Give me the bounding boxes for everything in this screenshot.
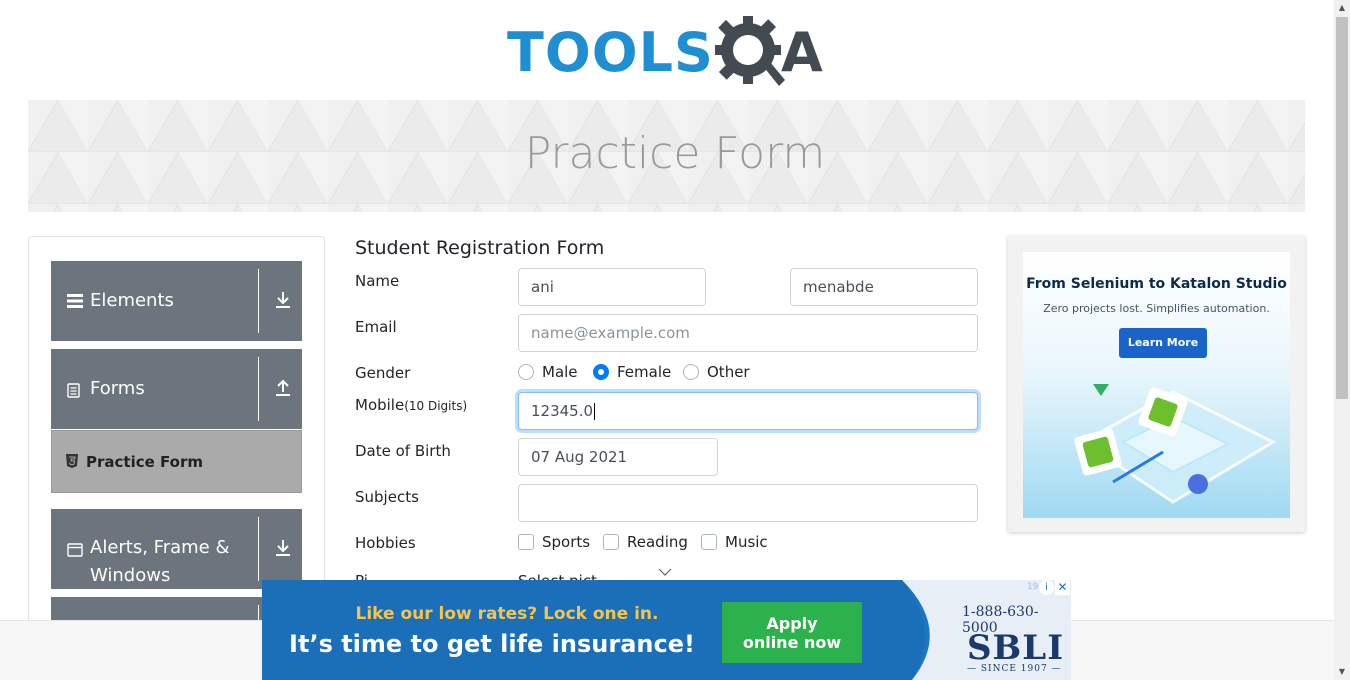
sidebar-group-forms[interactable]: Forms: [51, 349, 302, 429]
hobby-music-checkbox[interactable]: [701, 534, 717, 550]
email-input[interactable]: name@example.com: [518, 314, 978, 352]
download-arrow-icon: [276, 540, 290, 556]
first-name-input[interactable]: ani: [518, 268, 706, 306]
sbli-since: — SINCE 1907 —: [967, 664, 1062, 674]
email-label: Email: [355, 318, 397, 336]
bottom-advertisement[interactable]: Like our low rates? Lock one in. It’s ti…: [262, 580, 1071, 680]
hobbies-label: Hobbies: [355, 534, 416, 552]
logo-text: TOOLS: [507, 21, 714, 84]
gender-other-radio[interactable]: [683, 364, 699, 380]
name-label: Name: [355, 272, 400, 290]
learn-more-button[interactable]: Learn More: [1119, 328, 1207, 358]
mobile-label-text: Mobile: [355, 396, 405, 414]
page: TOOLS A Practice Form Elements Forms Pra…: [0, 0, 1350, 680]
hobby-music-label[interactable]: Music: [725, 533, 768, 551]
ad-close-icon[interactable]: ✕: [1055, 580, 1070, 595]
gender-other-label[interactable]: Other: [707, 363, 750, 381]
gear-magnifier-icon: [715, 16, 785, 86]
dob-value: 07 Aug 2021: [531, 448, 628, 466]
divider: [258, 357, 259, 421]
dob-label: Date of Birth: [355, 442, 451, 460]
sidebar-group-label: Forms: [90, 378, 145, 399]
divider: [258, 517, 259, 581]
ad-illustration: [1074, 384, 1277, 504]
apply-online-button[interactable]: Apply online now: [722, 602, 862, 663]
subjects-label: Subjects: [355, 488, 419, 506]
page-title: Practice Form: [524, 128, 826, 179]
sidebar: Elements Forms Practice Form Alerts, Fra…: [28, 236, 325, 637]
side-advertisement[interactable]: From Selenium to Katalon Studio Zero pro…: [1008, 236, 1305, 532]
scrollbar-thumb[interactable]: [1336, 17, 1348, 399]
gender-female-radio[interactable]: [593, 364, 609, 380]
hamburger-icon: [67, 294, 83, 308]
upload-arrow-icon: [276, 379, 290, 396]
side-ad-creative: From Selenium to Katalon Studio Zero pro…: [1023, 252, 1290, 518]
window-icon: [67, 543, 83, 557]
gender-male-radio[interactable]: [518, 364, 534, 380]
side-ad-subline: Zero projects lost. Simplifies automatio…: [1043, 302, 1270, 315]
first-name-value: ani: [531, 278, 554, 296]
subjects-input[interactable]: [518, 484, 978, 522]
ad-tiny-number: 19: [1027, 582, 1039, 592]
sidebar-group-elements[interactable]: Elements: [51, 261, 302, 341]
side-ad-headline: From Selenium to Katalon Studio: [1026, 276, 1287, 292]
gender-female-label[interactable]: Female: [617, 363, 671, 381]
apply-button-line-1: Apply: [766, 614, 818, 633]
email-placeholder: name@example.com: [531, 324, 690, 342]
hobby-sports-checkbox[interactable]: [518, 534, 534, 550]
scroll-down-arrow-icon[interactable]: ▼: [1334, 664, 1350, 680]
sidebar-item-practice-form[interactable]: Practice Form: [51, 430, 302, 493]
sidebar-item-label: Practice Form: [86, 453, 203, 471]
ad-line-2: It’s time to get life insurance!: [289, 630, 695, 658]
mobile-hint: (10 Digits): [404, 399, 468, 413]
mobile-label: Mobile(10 Digits): [355, 396, 467, 414]
mobile-value: 12345.0: [531, 402, 594, 420]
gender-male-label[interactable]: Male: [542, 363, 578, 381]
apply-button-line-2: online now: [742, 633, 842, 652]
chevron-down-icon[interactable]: [658, 568, 672, 576]
hobby-reading-checkbox[interactable]: [603, 534, 619, 550]
last-name-input[interactable]: menabde: [790, 268, 978, 306]
sidebar-group-label: Elements: [90, 290, 174, 311]
form-title: Student Registration Form: [355, 237, 605, 259]
text-cursor: [594, 403, 596, 420]
divider: [258, 269, 259, 333]
ad-line-1: Like our low rates? Lock one in.: [355, 604, 659, 624]
sidebar-group-label: Alerts, Frame &: [90, 537, 230, 558]
document-icon: [67, 383, 80, 398]
sidebar-group-alerts[interactable]: Alerts, Frame & Windows: [51, 509, 302, 589]
download-arrow-icon: [276, 292, 290, 308]
sidebar-group-label-line2: Windows: [90, 565, 171, 586]
ad-info-icon[interactable]: i: [1039, 580, 1054, 595]
html5-icon: [66, 454, 78, 468]
gender-label: Gender: [355, 364, 411, 382]
hobby-reading-label[interactable]: Reading: [627, 533, 688, 551]
logo-text-a: A: [781, 21, 823, 84]
mobile-input[interactable]: 12345.0: [518, 392, 978, 430]
last-name-value: menabde: [803, 278, 874, 296]
toolsqa-logo[interactable]: TOOLS A: [507, 14, 832, 92]
sbli-logo: SBLI: [967, 628, 1065, 668]
scroll-up-arrow-icon[interactable]: ▲: [1334, 0, 1350, 16]
hobby-sports-label[interactable]: Sports: [542, 533, 590, 551]
date-of-birth-input[interactable]: 07 Aug 2021: [518, 438, 718, 476]
